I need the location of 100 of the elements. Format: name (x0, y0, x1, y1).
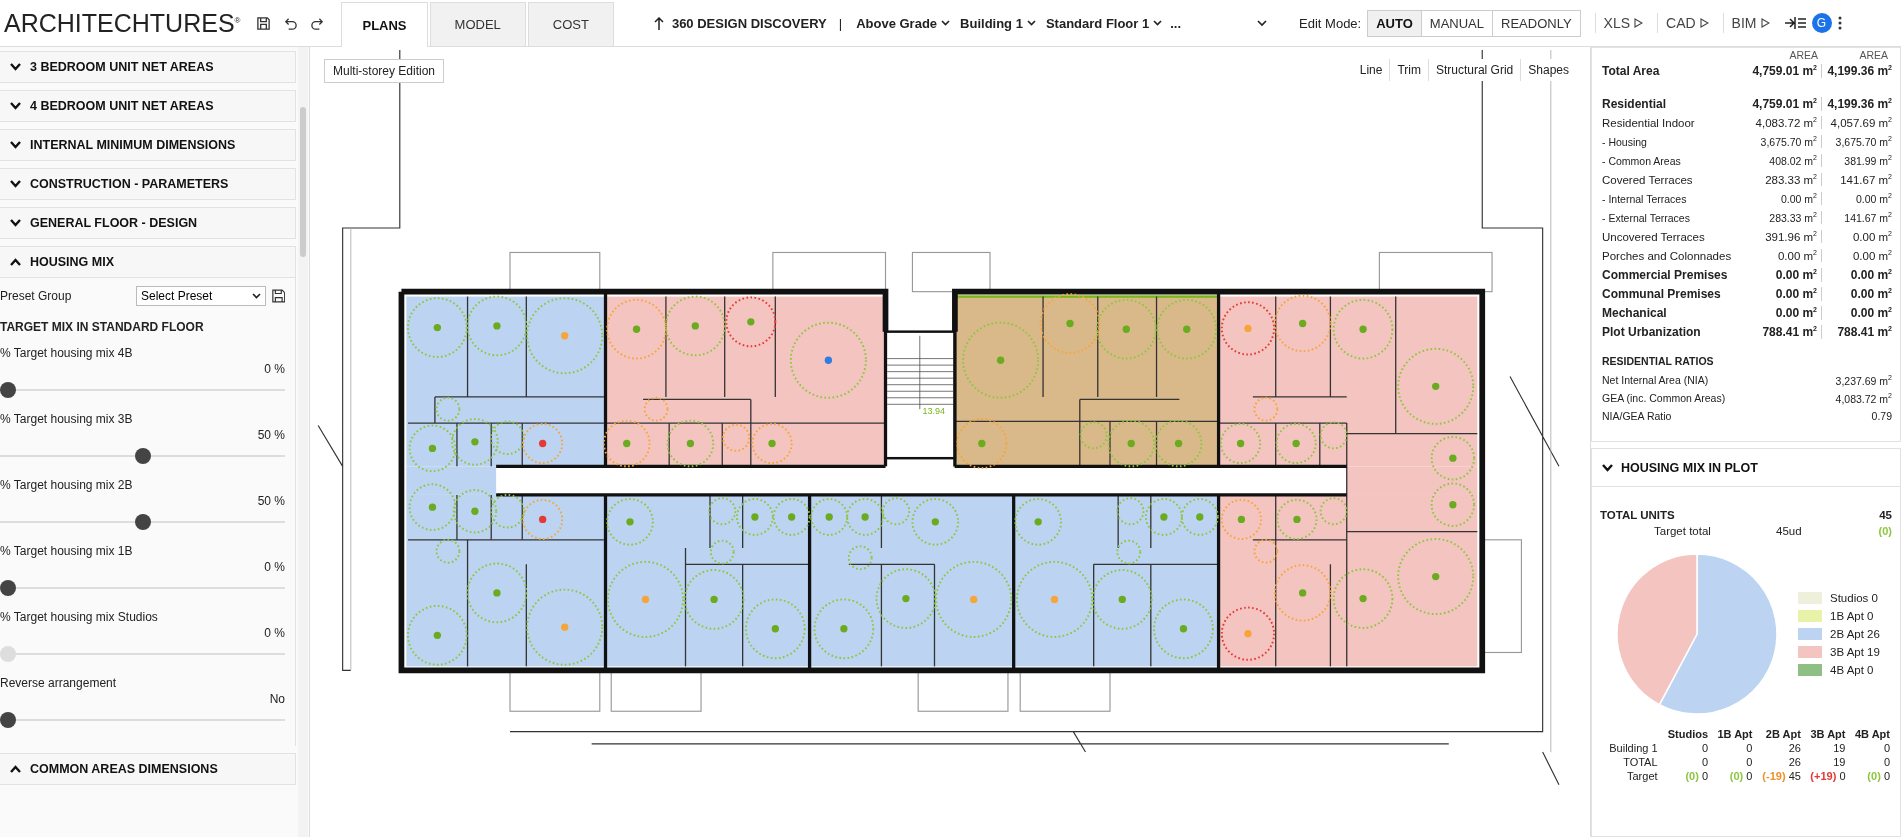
tab[interactable]: MODEL (429, 2, 526, 46)
table-value: 0 (1701, 770, 1709, 782)
slider[interactable] (0, 580, 285, 596)
column-header: 4B Apt (1853, 727, 1891, 741)
table-cell-text: 19 (1832, 755, 1847, 769)
row-label: Commercial Premises (1602, 267, 1729, 282)
section-header[interactable]: CONSTRUCTION - PARAMETERS (0, 168, 296, 200)
row-label: Communal Premises (1602, 286, 1722, 301)
export-button[interactable]: BIM (1722, 13, 1778, 33)
section-header[interactable]: 4 BEDROOM UNIT NET AREAS (0, 90, 296, 122)
arrow-up-icon[interactable] (653, 16, 664, 30)
row-label: Residential (1602, 96, 1668, 111)
row-label: Residential Indoor (1602, 116, 1696, 129)
ratio-value: 3,237.69 m$^{2}$ (1835, 373, 1892, 387)
area-value: 4,759.01 m$^{2}$ (1734, 96, 1822, 111)
table-cell-text: 19 (1832, 741, 1847, 755)
target-label: Target total (1654, 525, 1712, 537)
section-title: 4 BEDROOM UNIT NET AREAS (30, 99, 214, 113)
slider-thumb[interactable] (0, 382, 16, 398)
breadcrumb-dropdown[interactable]: Building 1 (958, 15, 1038, 31)
column-header: AREA (1788, 48, 1819, 61)
delta-value: (0) (1685, 770, 1699, 782)
row-label: Porches and Colonnades (1602, 249, 1733, 262)
section-header[interactable]: HOUSING MIX (0, 246, 296, 278)
section-title: HOUSING MIX (30, 255, 115, 269)
area-value: 0.00 m$^{2}$ (1849, 305, 1892, 320)
slider-value: 0 % (263, 362, 285, 376)
slider-thumb[interactable] (134, 448, 151, 464)
more-icon[interactable] (1837, 16, 1842, 30)
section-header[interactable]: COMMON AREAS DIMENSIONS (0, 753, 296, 785)
legend-label: 3B Apt 19 (1830, 646, 1880, 658)
row-label: Covered Terraces (1602, 173, 1694, 186)
slider-thumb[interactable] (134, 514, 151, 530)
export-button[interactable]: XLS (1594, 13, 1652, 33)
table-cell-text: 26 (1787, 755, 1802, 769)
area-value: 0.00 m$^{2}$ (1734, 286, 1822, 301)
save-icon[interactable] (271, 289, 285, 303)
section-header[interactable]: INTERNAL MINIMUM DIMENSIONS (0, 129, 296, 161)
slider-label: % Target housing mix Studios (0, 610, 159, 624)
multi-storey-button[interactable]: Multi-storey Edition (324, 59, 445, 83)
preset-select[interactable]: Select Preset (136, 286, 266, 306)
legend-label: 1B Apt 0 (1830, 610, 1874, 622)
table-value: 0 (1883, 770, 1890, 782)
ratio-label: GEA (inc. Common Areas) (1602, 392, 1726, 404)
table-cell-text: 0 (1745, 741, 1754, 755)
row-label: - Housing (1602, 135, 1648, 148)
slider[interactable] (0, 514, 285, 530)
scrollbar[interactable] (298, 47, 308, 837)
area-value: 0.00 m$^{2}$ (1851, 230, 1892, 243)
table-cell-text: 0 (1700, 741, 1710, 755)
play-icon (1699, 18, 1709, 28)
separator: | (838, 15, 843, 31)
table-cell-text: 0 (1745, 755, 1754, 769)
section-header[interactable]: 3 BEDROOM UNIT NET AREAS (0, 51, 296, 83)
area-value: 0.00 m$^{2}$ (1734, 305, 1822, 320)
legend-label: Studios 0 (1830, 592, 1878, 604)
column-header: Studios (1666, 727, 1710, 741)
table-cell-text: 0 (1700, 755, 1710, 769)
area-value: 0.00 m$^{2}$ (1849, 267, 1892, 282)
row-label: TOTAL (1622, 755, 1659, 769)
section-title: 3 BEDROOM UNIT NET AREAS (30, 60, 214, 74)
slider[interactable] (0, 382, 285, 398)
breadcrumb-dropdown[interactable]: Standard Floor 1 (1043, 15, 1165, 31)
slider-value: No (268, 692, 285, 706)
edit-mode-option[interactable]: AUTO (1368, 10, 1421, 36)
area-value: 0.00 m$^{2}$ (1734, 249, 1822, 262)
slider-thumb[interactable] (0, 712, 16, 728)
row-label: - Internal Terraces (1602, 192, 1688, 205)
area-value: 0.00 m$^{2}$ (1855, 192, 1892, 205)
user-avatar[interactable]: G (1811, 13, 1832, 33)
slider[interactable] (0, 712, 285, 728)
row-label: Uncovered Terraces (1602, 230, 1706, 243)
row-label: Building 1 (1608, 741, 1659, 755)
area-value: 4,759.01 m$^{2}$ (1734, 63, 1822, 78)
legend-label: 2B Apt 26 (1830, 628, 1880, 640)
collapse-panel-icon[interactable] (1783, 16, 1806, 30)
ratios-heading: RESIDENTIAL RATIOS (1602, 355, 1715, 367)
export-button[interactable]: CAD (1657, 13, 1717, 33)
area-value: 4,199.36 m$^{2}$ (1826, 63, 1892, 78)
breadcrumb-dropdown[interactable]: Above Grade (854, 15, 953, 31)
slider[interactable] (0, 646, 285, 662)
area-value: 141.67 m$^{2}$ (1843, 211, 1892, 224)
panel-title: HOUSING MIX IN PLOT (1621, 460, 1758, 475)
area-value: 788.41 m$^{2}$ (1836, 324, 1892, 339)
section-title: INTERNAL MINIMUM DIMENSIONS (30, 138, 236, 152)
row-label: Target (1626, 769, 1659, 783)
tab[interactable]: PLANS (341, 2, 428, 47)
more-levels: ... (1170, 15, 1182, 31)
total-units-label: TOTAL UNITS (1600, 509, 1675, 521)
caret-icon[interactable] (1257, 19, 1268, 27)
row-label: - External Terraces (1602, 211, 1691, 224)
slider-label: % Target housing mix 4B (0, 346, 134, 360)
slider-value: 0 % (263, 626, 285, 640)
tab[interactable]: COST (527, 2, 614, 46)
area-value: 408.02 m$^{2}$ (1734, 154, 1822, 167)
slider[interactable] (0, 448, 285, 464)
section-header[interactable]: GENERAL FLOOR - DESIGN (0, 207, 296, 239)
slider-thumb[interactable] (0, 580, 16, 596)
area-value: 0.00 m$^{2}$ (1851, 249, 1892, 262)
delta-value: (+19) (1810, 770, 1837, 782)
